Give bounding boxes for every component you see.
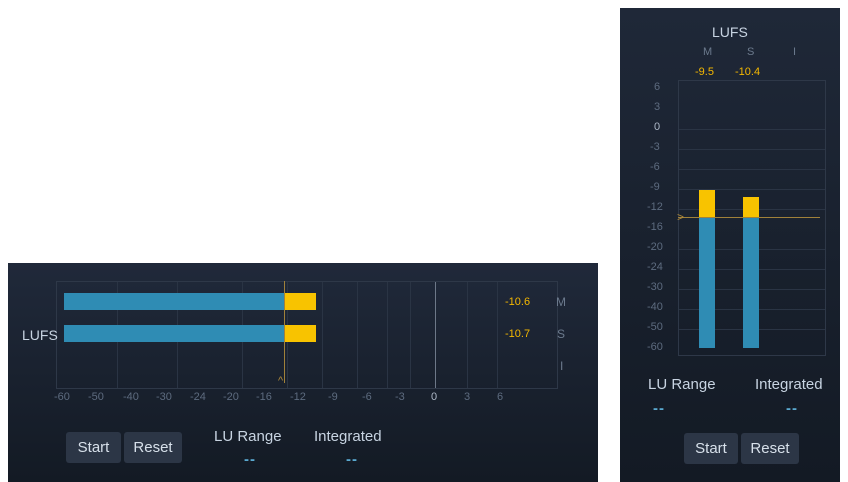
scale-tick: -50 [88,391,104,403]
scale-tick: -16 [256,391,272,403]
start-button[interactable]: Start [66,432,121,463]
scale-tick: -6 [362,391,372,403]
momentary-vertical-bar [699,190,715,348]
channel-label-i: I [793,46,797,58]
scale-tick: -9 [328,391,338,403]
target-marker-icon[interactable]: ^ [278,375,283,387]
scale-tick: 3 [464,391,471,403]
lu-range-value: -- [653,400,665,417]
target-level-line [678,217,820,218]
integrated-label: Integrated [755,376,823,393]
reset-button[interactable]: Reset [741,433,799,464]
momentary-value: -9.5 [695,66,714,78]
scale-tick: -60 [647,341,663,353]
scale-tick: -24 [647,261,663,273]
scale-tick: -30 [156,391,172,403]
channel-label-m: M [703,46,713,58]
scale-tick: -3 [395,391,405,403]
horizontal-loudness-meter-panel: LUFS ^ -10.6 -10.7 M S I -60 -50 -40 -30… [8,263,598,482]
scale-tick: -6 [650,161,660,173]
scale-tick: -40 [647,301,663,313]
lufs-title: LUFS [712,24,748,40]
target-level-line [284,281,285,383]
scale-tick: -50 [647,321,663,333]
scale-tick: -60 [54,391,70,403]
scale-tick: -40 [123,391,139,403]
momentary-value: -10.6 [505,296,531,308]
scale-tick: 6 [497,391,504,403]
scale-tick-zero: 0 [431,391,438,403]
channel-label-s: S [747,46,755,58]
lufs-label: LUFS [22,327,58,343]
scale-tick: 6 [654,81,661,93]
scale-tick: -30 [647,281,663,293]
short-term-value: -10.4 [735,66,761,78]
lu-range-value: -- [244,451,256,468]
integrated-value: -- [346,451,358,468]
scale-tick-zero: 0 [654,121,661,133]
scale-tick: 3 [654,101,661,113]
short-term-level-bar [64,325,316,342]
target-marker-icon[interactable]: > [677,210,684,224]
integrated-label: Integrated [314,428,382,445]
vertical-loudness-meter-panel: LUFS M S I -9.5 -10.4 > 6 3 0 -3 -6 -9 -… [620,8,840,482]
scale-tick: -24 [190,391,206,403]
lu-range-label: LU Range [214,428,282,445]
scale-tick: -20 [223,391,239,403]
channel-label-s: S [557,327,566,341]
scale-tick: -12 [647,201,663,213]
reset-button[interactable]: Reset [124,432,182,463]
scale-tick: -20 [647,241,663,253]
integrated-value: -- [786,400,798,417]
scale-tick: -16 [647,221,663,233]
lu-range-label: LU Range [648,376,716,393]
scale-tick: -3 [650,141,660,153]
momentary-level-bar [64,293,316,310]
scale-tick: -9 [650,181,660,193]
scale-tick: -12 [290,391,306,403]
short-term-vertical-bar [743,197,759,348]
start-button[interactable]: Start [684,433,738,464]
short-term-value: -10.7 [505,328,531,340]
channel-label-m: M [556,295,566,309]
channel-label-i: I [560,359,564,373]
